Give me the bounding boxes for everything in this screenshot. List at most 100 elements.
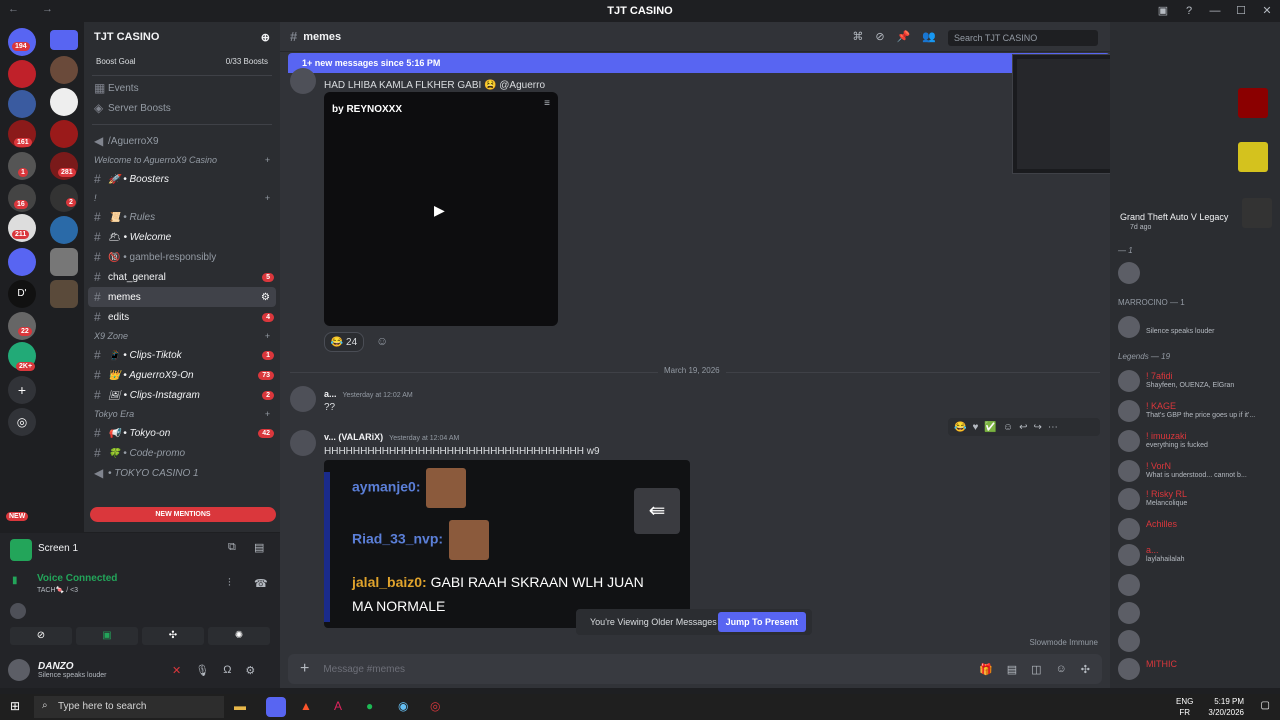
app-icon[interactable]: A xyxy=(334,699,342,713)
notification-icon[interactable]: ▢ xyxy=(1261,700,1270,711)
avatar[interactable] xyxy=(10,603,26,619)
channel-boosters[interactable]: # 🚀 • Boosters xyxy=(84,169,280,189)
share-screen-button[interactable]: ▣ xyxy=(76,627,138,645)
camera-button[interactable]: ⊘ xyxy=(10,627,72,645)
threads-icon[interactable]: ⌘ xyxy=(852,30,863,46)
member-item[interactable]: MITHIC xyxy=(1118,658,1278,682)
reply-icon[interactable]: ↩ xyxy=(1019,422,1027,433)
new-messages-banner[interactable]: 1+ new messages since 5:16 PM xyxy=(288,53,1110,73)
member-item[interactable]: ! Risky RL Melancolique xyxy=(1118,488,1278,512)
help-icon[interactable]: ? xyxy=(1176,0,1202,22)
activities-button[interactable]: ✣ xyxy=(142,627,204,645)
voice-connected-label[interactable]: Voice Connected xyxy=(37,573,117,584)
add-member-icon[interactable]: ⊕ xyxy=(261,31,270,44)
activity-card[interactable]: Grand Theft Auto V Legacy 7d ago xyxy=(1118,198,1273,234)
spotify-icon[interactable]: ● xyxy=(366,699,373,713)
mic-icon[interactable]: 🎙 xyxy=(195,664,209,677)
member-item[interactable]: ! imuuzaki everything is fucked xyxy=(1118,430,1278,454)
server-boosts-link[interactable]: ◈ Server Boosts xyxy=(84,98,280,118)
inbox-icon[interactable]: ▣ xyxy=(1150,0,1176,22)
voice-tokyo-casino[interactable]: ◀ • TOKYO CASINO 1 xyxy=(84,463,280,483)
channel-gambel-responsibly[interactable]: # 🔞 • gambel-responsibly xyxy=(84,247,280,267)
member-item[interactable]: a... laylahailalah xyxy=(1118,544,1278,568)
voice-channel-label[interactable]: TACH🍬 / <3 xyxy=(37,586,78,594)
channel-memes[interactable]: # memes ⚙ xyxy=(88,287,276,307)
member-item[interactable]: ! VorN What is understood... cannot b... xyxy=(1118,460,1278,484)
category-bang[interactable]: ! + xyxy=(84,189,280,207)
jump-to-present-button[interactable]: Jump To Present xyxy=(717,612,806,632)
members-icon[interactable]: 👥 xyxy=(922,30,936,46)
nav-arrows[interactable]: ← → xyxy=(8,3,63,15)
search-input[interactable]: Search TJT CASINO xyxy=(948,30,1098,46)
file-explorer-icon[interactable]: ▬ xyxy=(234,699,246,713)
settings-icon[interactable]: ⚙ xyxy=(245,664,255,677)
category-x9zone[interactable]: X9 Zone + xyxy=(84,327,280,345)
server-icon[interactable] xyxy=(8,90,36,118)
reaction-check-icon[interactable]: ✅ xyxy=(984,422,996,433)
minimize-button[interactable]: — xyxy=(1202,0,1228,22)
user-avatar[interactable] xyxy=(8,659,30,681)
menu-icon[interactable]: ≡ xyxy=(544,98,550,109)
message-author[interactable]: a... Yesterday at 12:02 AM xyxy=(324,389,413,399)
member-item[interactable] xyxy=(1118,574,1278,598)
popout-icon[interactable]: ⧉ xyxy=(228,541,236,554)
message-input[interactable]: + Message #memes 🎁 ▤ ◫ ☺ ✣ xyxy=(288,654,1102,684)
member-item[interactable]: Silence speaks louder xyxy=(1118,316,1278,340)
avatar[interactable] xyxy=(290,430,316,456)
taskbar-search[interactable]: Type here to search xyxy=(34,696,224,718)
server-icon[interactable] xyxy=(50,216,78,244)
reaction-laugh-icon[interactable]: 😂 xyxy=(954,422,966,433)
app-icon[interactable]: ◎ xyxy=(430,699,440,713)
category-welcome[interactable]: Welcome to AguerroX9 Casino + xyxy=(84,151,280,169)
channel-chat-general[interactable]: # chat_general 5 xyxy=(84,267,280,287)
gift-icon[interactable]: 🎁 xyxy=(979,663,993,676)
discover-icon[interactable]: ◎ xyxy=(8,408,36,436)
settings-icon[interactable]: ⚙ xyxy=(261,292,270,303)
disconnect-icon[interactable]: ☎ xyxy=(254,577,268,590)
new-mentions-pill[interactable]: NEW MENTIONS xyxy=(90,507,276,522)
member-item[interactable] xyxy=(1118,262,1278,286)
maximize-button[interactable]: ☐ xyxy=(1228,0,1254,22)
add-channel-icon[interactable]: + xyxy=(265,331,270,341)
add-server-icon[interactable]: + xyxy=(8,376,36,404)
stream-icon[interactable]: ✕ xyxy=(172,664,181,677)
add-reaction-icon[interactable]: ☺ xyxy=(376,334,388,348)
play-icon[interactable]: ▶ xyxy=(434,202,445,219)
avatar[interactable] xyxy=(290,386,316,412)
avatar[interactable] xyxy=(290,68,316,94)
add-channel-icon[interactable]: + xyxy=(265,193,270,203)
folder-icon[interactable] xyxy=(8,248,36,276)
clock[interactable]: 5:19 PM 3/20/2026 xyxy=(1208,696,1244,718)
add-channel-icon[interactable]: + xyxy=(265,409,270,419)
soundboard-button[interactable]: ✺ xyxy=(208,627,270,645)
windows-start-icon[interactable]: ⊞ xyxy=(10,699,20,713)
video-embed[interactable]: by REYNOXXX ≡ ▶ xyxy=(324,92,558,326)
channel-rules[interactable]: # 📜 • Rules xyxy=(84,207,280,227)
channel-tokyo-on[interactable]: # 📢 • Tokyo-on 42 xyxy=(84,423,280,443)
voice-channel[interactable]: ◀/AguerroX9 xyxy=(84,131,280,151)
channel-clips-instagram[interactable]: # 🖼 • Clips-Instagram 2 xyxy=(84,385,280,405)
noise-suppression-icon[interactable]: ⫶ xyxy=(228,577,231,590)
more-icon[interactable]: ⋯ xyxy=(1048,422,1058,433)
channel-edits[interactable]: # edits 4 xyxy=(84,307,280,327)
apps-icon[interactable]: ✣ xyxy=(1081,663,1090,676)
folder-icon[interactable] xyxy=(50,30,78,50)
server-icon[interactable] xyxy=(8,60,36,88)
gif-icon[interactable]: ▤ xyxy=(1007,663,1017,676)
close-button[interactable]: ✕ xyxy=(1254,0,1280,22)
sticker-icon[interactable]: ◫ xyxy=(1031,663,1041,676)
category-tokyo[interactable]: Tokyo Era + xyxy=(84,405,280,423)
discord-icon[interactable] xyxy=(266,697,286,717)
guild-header[interactable]: TJT CASINO ⊕ xyxy=(84,22,280,52)
add-reaction-icon[interactable]: ☺ xyxy=(1003,422,1013,433)
channel-welcome[interactable]: # 🌥 • Welcome xyxy=(84,227,280,247)
headphones-icon[interactable]: Ω xyxy=(223,664,231,676)
server-icon[interactable] xyxy=(50,88,78,116)
server-icon[interactable] xyxy=(50,280,78,308)
member-item[interactable]: Achilles xyxy=(1118,518,1278,542)
server-icon[interactable] xyxy=(50,248,78,276)
events-link[interactable]: ▦ Events xyxy=(84,78,280,98)
reaction[interactable]: 😂 24 xyxy=(324,332,364,352)
server-icon[interactable] xyxy=(50,56,78,84)
emoji-icon[interactable]: ☺ xyxy=(1056,663,1067,676)
